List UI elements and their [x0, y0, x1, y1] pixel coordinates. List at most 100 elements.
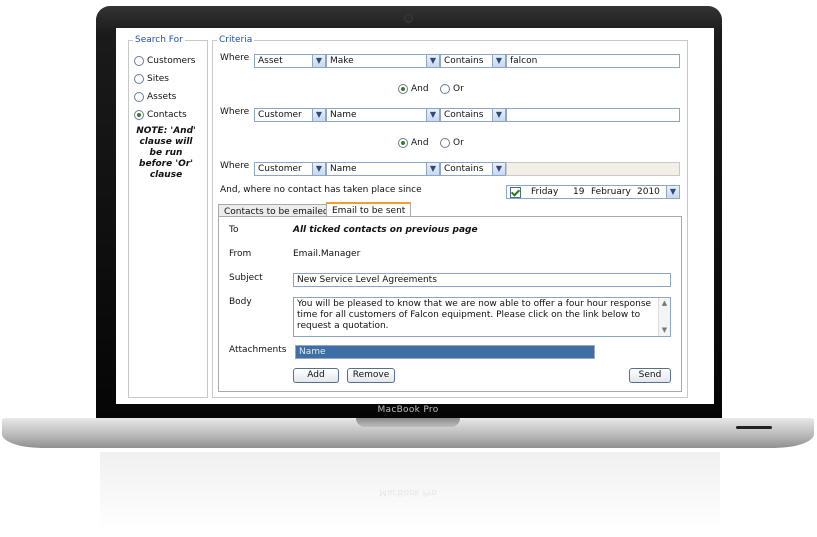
radio-sites-icon[interactable]	[134, 74, 144, 84]
attachments-name-column[interactable]: Name	[296, 346, 594, 358]
note-line: NOTE: 'And'	[136, 126, 196, 136]
chevron-down-icon[interactable]: ▼	[492, 55, 505, 67]
note-line: clause will	[139, 137, 193, 147]
conj-or-1-icon[interactable]	[440, 84, 450, 94]
since-month: February	[591, 187, 631, 197]
conj-and-2[interactable]: And	[398, 138, 429, 148]
body-scrollbar[interactable]: ▲ ▼	[658, 298, 670, 336]
body-label: Body	[229, 297, 252, 307]
body-line: You will be pleased to know that we are …	[297, 299, 652, 309]
where-label-3: Where	[220, 161, 250, 171]
since-date: 19	[573, 187, 585, 197]
radio-contacts-icon[interactable]	[134, 110, 144, 120]
entity-select-2-value: Customer	[258, 110, 302, 120]
chevron-down-icon[interactable]: ▼	[426, 163, 439, 175]
chevron-down-icon[interactable]: ▼	[666, 186, 679, 198]
operator-select-2-value: Contains	[444, 110, 484, 120]
conj-or-2-icon[interactable]	[440, 138, 450, 148]
radio-customers-icon[interactable]	[134, 56, 144, 66]
field-select-3-value: Name	[330, 164, 357, 174]
chevron-down-icon[interactable]: ▼	[312, 163, 325, 175]
radio-assets[interactable]: Assets	[134, 92, 176, 102]
attachments-list[interactable]: Name	[295, 345, 595, 359]
since-date-checkbox[interactable]	[510, 187, 521, 198]
search-for-panel: Search For	[128, 35, 208, 398]
note-line: clause	[149, 170, 183, 180]
field-select-1-value: Make	[330, 56, 354, 66]
send-button[interactable]: Send	[629, 368, 671, 383]
laptop-slot	[736, 426, 772, 429]
radio-customers[interactable]: Customers	[134, 56, 195, 66]
chevron-down-icon[interactable]: ▼	[312, 109, 325, 121]
from-value: Email.Manager	[293, 249, 361, 259]
to-value: All ticked contacts on previous page	[293, 225, 478, 235]
app-screen: Search For Customers Sites Assets Contac…	[116, 28, 714, 404]
subject-label: Subject	[229, 273, 263, 283]
operator-select-1-value: Contains	[444, 56, 484, 66]
conj-or-1-label: Or	[453, 84, 464, 94]
radio-customers-label: Customers	[147, 56, 196, 66]
device-brand: MacBook Pro	[377, 405, 439, 415]
attachments-label: Attachments	[229, 345, 287, 355]
chevron-down-icon[interactable]: ▼	[426, 109, 439, 121]
radio-sites[interactable]: Sites	[134, 74, 169, 84]
since-label: And, where no contact has taken place si…	[220, 185, 422, 195]
since-date-picker[interactable]: Friday 19 February 2010 ▼	[506, 185, 680, 199]
body-line: time for all customers of Falcon equipme…	[297, 310, 641, 320]
chevron-down-icon[interactable]: ▼	[492, 109, 505, 121]
to-label: To	[229, 225, 239, 235]
radio-contacts-label: Contacts	[147, 110, 187, 120]
note-line: before 'Or'	[139, 159, 193, 169]
conj-and-2-label: And	[411, 138, 429, 148]
field-select-1[interactable]: Make ▼	[326, 54, 440, 68]
remove-button[interactable]: Remove	[347, 368, 395, 383]
radio-sites-label: Sites	[147, 74, 169, 84]
body-line: request a quotation.	[297, 321, 389, 331]
conj-and-1[interactable]: And	[398, 84, 429, 94]
subject-input[interactable]: New Service Level Agreements	[293, 273, 671, 287]
operator-select-1[interactable]: Contains ▼	[440, 54, 506, 68]
conj-and-2-icon[interactable]	[398, 138, 408, 148]
conj-or-2-label: Or	[453, 138, 464, 148]
where-label-2: Where	[220, 107, 250, 117]
entity-select-3[interactable]: Customer ▼	[254, 162, 326, 176]
operator-select-3-value: Contains	[444, 164, 484, 174]
email-panel: To All ticked contacts on previous page …	[218, 216, 682, 392]
field-select-2-value: Name	[330, 110, 357, 120]
chevron-down-icon[interactable]: ▼	[492, 163, 505, 175]
radio-contacts[interactable]: Contacts	[134, 110, 187, 120]
scroll-up-icon[interactable]: ▲	[659, 298, 670, 309]
value-input-3[interactable]	[506, 162, 680, 176]
operator-select-3[interactable]: Contains ▼	[440, 162, 506, 176]
value-input-1[interactable]: falcon	[506, 54, 680, 68]
radio-assets-label: Assets	[147, 92, 177, 102]
field-select-2[interactable]: Name ▼	[326, 108, 440, 122]
chevron-down-icon[interactable]: ▼	[312, 55, 325, 67]
entity-select-1[interactable]: Asset ▼	[254, 54, 326, 68]
add-button[interactable]: Add	[293, 368, 339, 383]
since-day: Friday	[531, 187, 559, 197]
chevron-down-icon[interactable]: ▼	[426, 55, 439, 67]
from-label: From	[229, 249, 252, 259]
criteria-legend: Criteria	[219, 35, 253, 45]
conj-and-1-icon[interactable]	[398, 84, 408, 94]
value-input-2[interactable]	[506, 108, 680, 122]
note-line: be run	[149, 148, 183, 158]
scroll-down-icon[interactable]: ▼	[659, 325, 670, 336]
operator-select-2[interactable]: Contains ▼	[440, 108, 506, 122]
device-brand-reflection: MacBook Pro	[379, 487, 437, 497]
and-or-note: NOTE: 'And' clause will be run before 'O…	[132, 126, 200, 181]
since-year: 2010	[637, 187, 660, 197]
entity-select-2[interactable]: Customer ▼	[254, 108, 326, 122]
camera-icon	[404, 14, 413, 23]
body-textarea[interactable]: You will be pleased to know that we are …	[293, 297, 671, 337]
search-for-legend: Search For	[135, 35, 183, 45]
conj-or-1[interactable]: Or	[440, 84, 464, 94]
conj-or-2[interactable]: Or	[440, 138, 464, 148]
entity-select-1-value: Asset	[258, 56, 283, 66]
field-select-3[interactable]: Name ▼	[326, 162, 440, 176]
radio-assets-icon[interactable]	[134, 92, 144, 102]
conj-and-1-label: And	[411, 84, 429, 94]
where-label-1: Where	[220, 53, 250, 63]
laptop-notch	[356, 418, 460, 427]
